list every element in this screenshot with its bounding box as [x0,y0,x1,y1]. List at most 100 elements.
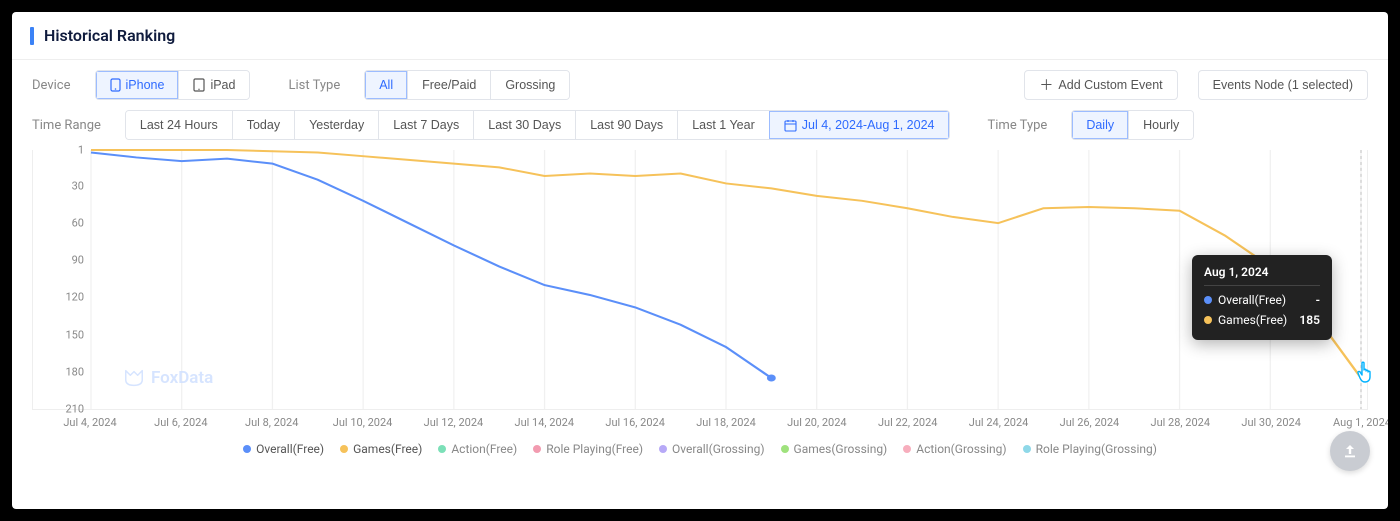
x-tick-label: Jul 16, 2024 [605,416,665,429]
legend-dot-icon [903,445,911,453]
tooltip-value: 185 [1299,313,1320,327]
legend-label: Overall(Grossing) [672,442,764,456]
tooltip-dot-icon [1204,296,1212,304]
time-range-90d-button[interactable]: Last 90 Days [575,111,677,139]
time-type-daily-button[interactable]: Daily [1072,111,1128,139]
x-tick-label: Jul 24, 2024 [969,416,1029,429]
y-tick-label: 30 [72,179,84,192]
legend-label: Action(Free) [451,442,517,456]
time-range-label: Time Range [32,118,101,133]
x-tick-label: Jul 20, 2024 [787,416,847,429]
legend-dot-icon [781,445,789,453]
time-range-group: Last 24 Hours Today Yesterday Last 7 Day… [125,110,950,140]
legend-dot-icon [659,445,667,453]
page-title: Historical Ranking [44,26,175,45]
tooltip-date: Aug 1, 2024 [1204,265,1320,286]
legend-dot-icon [1023,445,1031,453]
list-type-label: List Type [288,78,340,93]
y-axis-ticks: 1306090120150180210 [33,150,88,409]
add-custom-event-label: Add Custom Event [1058,78,1162,92]
time-range-30d-button[interactable]: Last 30 Days [473,111,575,139]
legend-label: Action(Grossing) [916,442,1006,456]
legend-item[interactable]: Games(Free) [340,442,422,456]
legend-item[interactable]: Action(Free) [438,442,517,456]
time-type-label: Time Type [988,118,1048,133]
list-type-group: All Free/Paid Grossing [364,70,570,100]
x-tick-label: Jul 30, 2024 [1241,416,1301,429]
events-node-button[interactable]: Events Node (1 selected) [1198,70,1368,100]
panel-header: Historical Ranking [12,12,1388,60]
time-type-hourly-button[interactable]: Hourly [1128,111,1193,139]
legend-item[interactable]: Role Playing(Grossing) [1023,442,1157,456]
y-tick-label: 210 [65,403,84,416]
upload-fab-button[interactable] [1330,431,1370,471]
chart-plot [91,150,1361,409]
list-type-all-button[interactable]: All [365,71,407,99]
device-group: iPhone iPad [95,70,251,100]
calendar-icon [784,119,797,132]
list-type-grossing-button[interactable]: Grossing [490,71,569,99]
device-label: Device [32,78,71,93]
legend-dot-icon [438,445,446,453]
plus-icon: ＋ [1039,78,1053,92]
x-tick-label: Jul 4, 2024 [63,416,116,429]
legend-item[interactable]: Overall(Free) [243,442,324,456]
y-tick-label: 120 [65,291,84,304]
tooltip-value: - [1316,293,1320,307]
x-tick-label: Jul 10, 2024 [333,416,393,429]
time-range-yesterday-button[interactable]: Yesterday [294,111,378,139]
time-range-custom-label: Jul 4, 2024-Aug 1, 2024 [802,118,935,132]
legend-label: Role Playing(Grossing) [1036,442,1157,456]
tablet-icon [193,78,205,92]
legend-label: Games(Grossing) [794,442,888,456]
x-tick-label: Jul 26, 2024 [1060,416,1120,429]
legend-label: Overall(Free) [256,442,324,456]
time-range-24h-button[interactable]: Last 24 Hours [126,111,232,139]
legend-item[interactable]: Overall(Grossing) [659,442,764,456]
x-tick-label: Jul 28, 2024 [1151,416,1211,429]
historical-ranking-panel: Historical Ranking Device iPhone iPad Li… [12,12,1388,509]
tooltip-row: Overall(Free) - [1204,290,1320,310]
x-tick-label: Aug 1, 2024 [1333,416,1388,429]
tooltip-row: Games(Free) 185 [1204,310,1320,330]
y-tick-label: 150 [65,328,84,341]
legend-item[interactable]: Role Playing(Free) [533,442,643,456]
legend-label: Games(Free) [353,442,422,456]
legend-item[interactable]: Games(Grossing) [781,442,888,456]
x-tick-label: Jul 12, 2024 [424,416,484,429]
device-iphone-label: iPhone [126,78,165,92]
x-tick-label: Jul 6, 2024 [154,416,207,429]
tooltip-series-label: Games(Free) [1218,313,1287,327]
chart-container: 1306090120150180210 FoxData Aug 1, 2024 … [12,150,1388,476]
device-ipad-button[interactable]: iPad [178,71,249,99]
x-tick-label: Jul 22, 2024 [878,416,938,429]
controls-row-2: Time Range Last 24 Hours Today Yesterday… [12,110,1388,150]
chart-tooltip: Aug 1, 2024 Overall(Free) - Games(Free) 185 [1192,255,1332,340]
y-tick-label: 180 [65,365,84,378]
x-tick-label: Jul 14, 2024 [515,416,575,429]
time-type-group: Daily Hourly [1071,110,1194,140]
add-custom-event-button[interactable]: ＋ Add Custom Event [1024,70,1177,100]
time-range-1y-button[interactable]: Last 1 Year [677,111,769,139]
upload-icon [1341,442,1359,460]
y-tick-label: 90 [72,254,84,267]
device-iphone-button[interactable]: iPhone [96,71,179,99]
time-range-custom-button[interactable]: Jul 4, 2024-Aug 1, 2024 [769,111,949,139]
legend-label: Role Playing(Free) [546,442,643,456]
legend-dot-icon [340,445,348,453]
legend-item[interactable]: Action(Grossing) [903,442,1006,456]
x-tick-label: Jul 8, 2024 [245,416,298,429]
list-type-freepaid-button[interactable]: Free/Paid [407,71,490,99]
tooltip-series-label: Overall(Free) [1218,293,1286,307]
time-range-7d-button[interactable]: Last 7 Days [378,111,473,139]
y-tick-label: 1 [78,144,84,157]
chart-legend: Overall(Free) Games(Free) Action(Free) Role… [32,438,1368,466]
time-range-today-button[interactable]: Today [232,111,294,139]
legend-dot-icon [533,445,541,453]
legend-dot-icon [243,445,251,453]
header-accent-bar [30,27,34,45]
device-ipad-label: iPad [210,78,235,92]
chart-plot-area[interactable]: 1306090120150180210 FoxData Aug 1, 2024 … [32,150,1368,410]
phone-icon [110,78,121,92]
y-tick-label: 60 [72,217,84,230]
